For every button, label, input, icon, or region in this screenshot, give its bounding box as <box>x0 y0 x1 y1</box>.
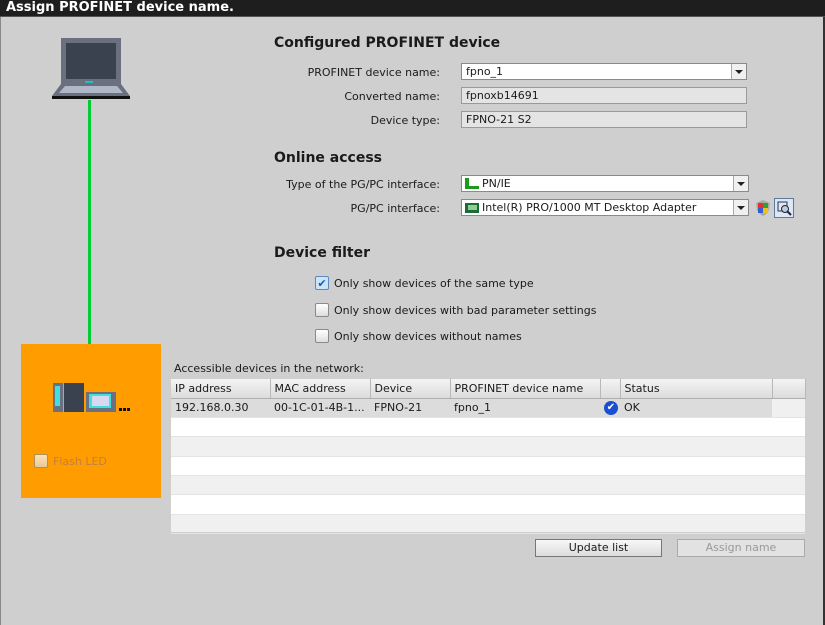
checkbox-box[interactable] <box>315 303 329 317</box>
window-title: Assign PROFINET device name. <box>0 0 825 17</box>
empty-row <box>171 475 805 496</box>
device-type-label: Device type: <box>370 114 440 127</box>
cell-device: FPNO-21 <box>370 398 450 418</box>
update-list-button[interactable]: Update list <box>535 539 662 557</box>
device-name-label: PROFINET device name: <box>307 66 440 79</box>
device-type-field: FPNO-21 S2 <box>461 111 747 128</box>
cell-mac: 00-1C-01-4B-1... <box>270 398 370 418</box>
cell-ip: 192.168.0.30 <box>171 398 270 418</box>
empty-row <box>171 494 805 515</box>
magnifier-icon <box>777 201 792 216</box>
empty-row <box>171 456 805 477</box>
filter-heading: Device filter <box>274 245 370 261</box>
col-extra <box>772 379 806 399</box>
cell-name: fpno_1 <box>450 398 600 418</box>
iface-combobox[interactable]: Intel(R) PRO/1000 MT Desktop Adapter <box>461 199 749 216</box>
checkbox-box[interactable] <box>34 454 48 468</box>
empty-row <box>171 436 805 457</box>
col-status[interactable]: Status <box>620 379 773 399</box>
checkbox-box[interactable] <box>315 329 329 343</box>
devices-table: IP address MAC address Device PROFINET d… <box>171 379 806 535</box>
iface-type-label: Type of the PG/PC interface: <box>286 178 440 191</box>
converted-name-field: fpnoxb14691 <box>461 87 747 104</box>
flash-led-label: Flash LED <box>53 454 107 468</box>
table-row[interactable]: 192.168.0.30 00-1C-01-4B-1... FPNO-21 fp… <box>171 398 805 418</box>
chevron-down-icon[interactable] <box>733 176 748 191</box>
filter-label: Only show devices with bad parameter set… <box>334 303 597 317</box>
col-icon[interactable] <box>600 379 621 399</box>
converted-name-label: Converted name: <box>344 90 440 103</box>
col-name[interactable]: PROFINET device name <box>450 379 601 399</box>
network-card-icon <box>465 203 479 213</box>
shield-icon[interactable] <box>756 200 770 219</box>
cell-status: OK <box>620 398 772 418</box>
device-name-value: fpno_1 <box>466 65 504 78</box>
filter-same-type-checkbox[interactable]: ✔ Only show devices of the same type <box>315 276 534 290</box>
cell-empty <box>772 398 805 418</box>
filter-label: Only show devices without names <box>334 329 522 343</box>
col-mac[interactable]: MAC address <box>270 379 371 399</box>
laptop-icon <box>51 38 131 102</box>
filter-label: Only show devices of the same type <box>334 276 534 290</box>
chevron-down-icon[interactable] <box>731 64 746 79</box>
device-icon <box>53 381 133 413</box>
flash-led-checkbox[interactable]: Flash LED <box>34 454 107 468</box>
chevron-down-icon[interactable] <box>733 200 748 215</box>
col-device[interactable]: Device <box>370 379 451 399</box>
iface-value: Intel(R) PRO/1000 MT Desktop Adapter <box>482 201 697 214</box>
filter-no-names-checkbox[interactable]: Only show devices without names <box>315 329 522 343</box>
iface-label: PG/PC interface: <box>350 202 440 215</box>
col-ip[interactable]: IP address <box>171 379 271 399</box>
device-panel <box>21 344 161 498</box>
empty-row <box>171 514 805 535</box>
cell-status-icon: ✔ <box>600 398 620 418</box>
assign-name-button[interactable]: Assign name <box>677 539 805 557</box>
filter-bad-params-checkbox[interactable]: Only show devices with bad parameter set… <box>315 303 596 317</box>
checkbox-checked[interactable]: ✔ <box>315 276 329 290</box>
iface-type-value: PN/IE <box>482 177 511 190</box>
device-name-combobox[interactable]: fpno_1 <box>461 63 747 80</box>
devices-caption: Accessible devices in the network: <box>174 362 364 375</box>
online-heading: Online access <box>274 150 383 166</box>
ok-check-icon: ✔ <box>604 401 618 416</box>
configured-heading: Configured PROFINET device <box>274 35 501 51</box>
pnie-icon <box>465 178 479 189</box>
iface-type-combobox[interactable]: PN/IE <box>461 175 749 192</box>
search-device-button[interactable] <box>774 198 794 218</box>
empty-row <box>171 417 805 438</box>
